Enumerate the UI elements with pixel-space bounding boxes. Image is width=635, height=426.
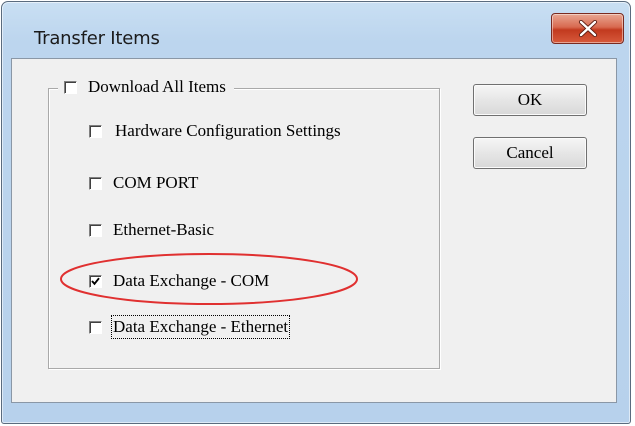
dialog-title: Transfer Items <box>34 28 160 49</box>
data-exchange-com-checkbox-box[interactable] <box>89 274 102 288</box>
download-all-items-checkbox-box[interactable] <box>64 80 77 94</box>
data-exchange-ethernet-label: Data Exchange - Ethernet <box>110 315 291 339</box>
ok-button[interactable]: OK <box>473 84 587 116</box>
data-exchange-com-label: Data Exchange - COM <box>113 271 270 290</box>
com-port-checkbox[interactable]: COM PORT <box>89 173 198 193</box>
close-button[interactable] <box>551 13 624 44</box>
close-icon <box>578 20 598 37</box>
ethernet-basic-label: Ethernet-Basic <box>113 220 215 239</box>
download-all-items-label: Download All Items <box>88 77 226 96</box>
com-port-label: COM PORT <box>113 173 199 192</box>
data-exchange-com-checkbox[interactable]: Data Exchange - COM <box>89 271 269 291</box>
data-exchange-ethernet-checkbox[interactable]: Data Exchange - Ethernet <box>89 315 291 339</box>
hardware-configuration-checkbox[interactable]: Hardware Configuration Settings <box>89 121 341 141</box>
cancel-button[interactable]: Cancel <box>473 137 587 169</box>
download-all-items-checkbox[interactable]: Download All Items <box>58 77 234 97</box>
data-exchange-ethernet-checkbox-box[interactable] <box>89 320 102 334</box>
hardware-configuration-checkbox-box[interactable] <box>89 124 102 138</box>
hardware-configuration-label: Hardware Configuration Settings <box>115 121 341 140</box>
ethernet-basic-checkbox[interactable]: Ethernet-Basic <box>89 220 214 240</box>
com-port-checkbox-box[interactable] <box>89 176 102 190</box>
ethernet-basic-checkbox-box[interactable] <box>89 223 102 237</box>
checkmark-icon <box>91 277 100 285</box>
